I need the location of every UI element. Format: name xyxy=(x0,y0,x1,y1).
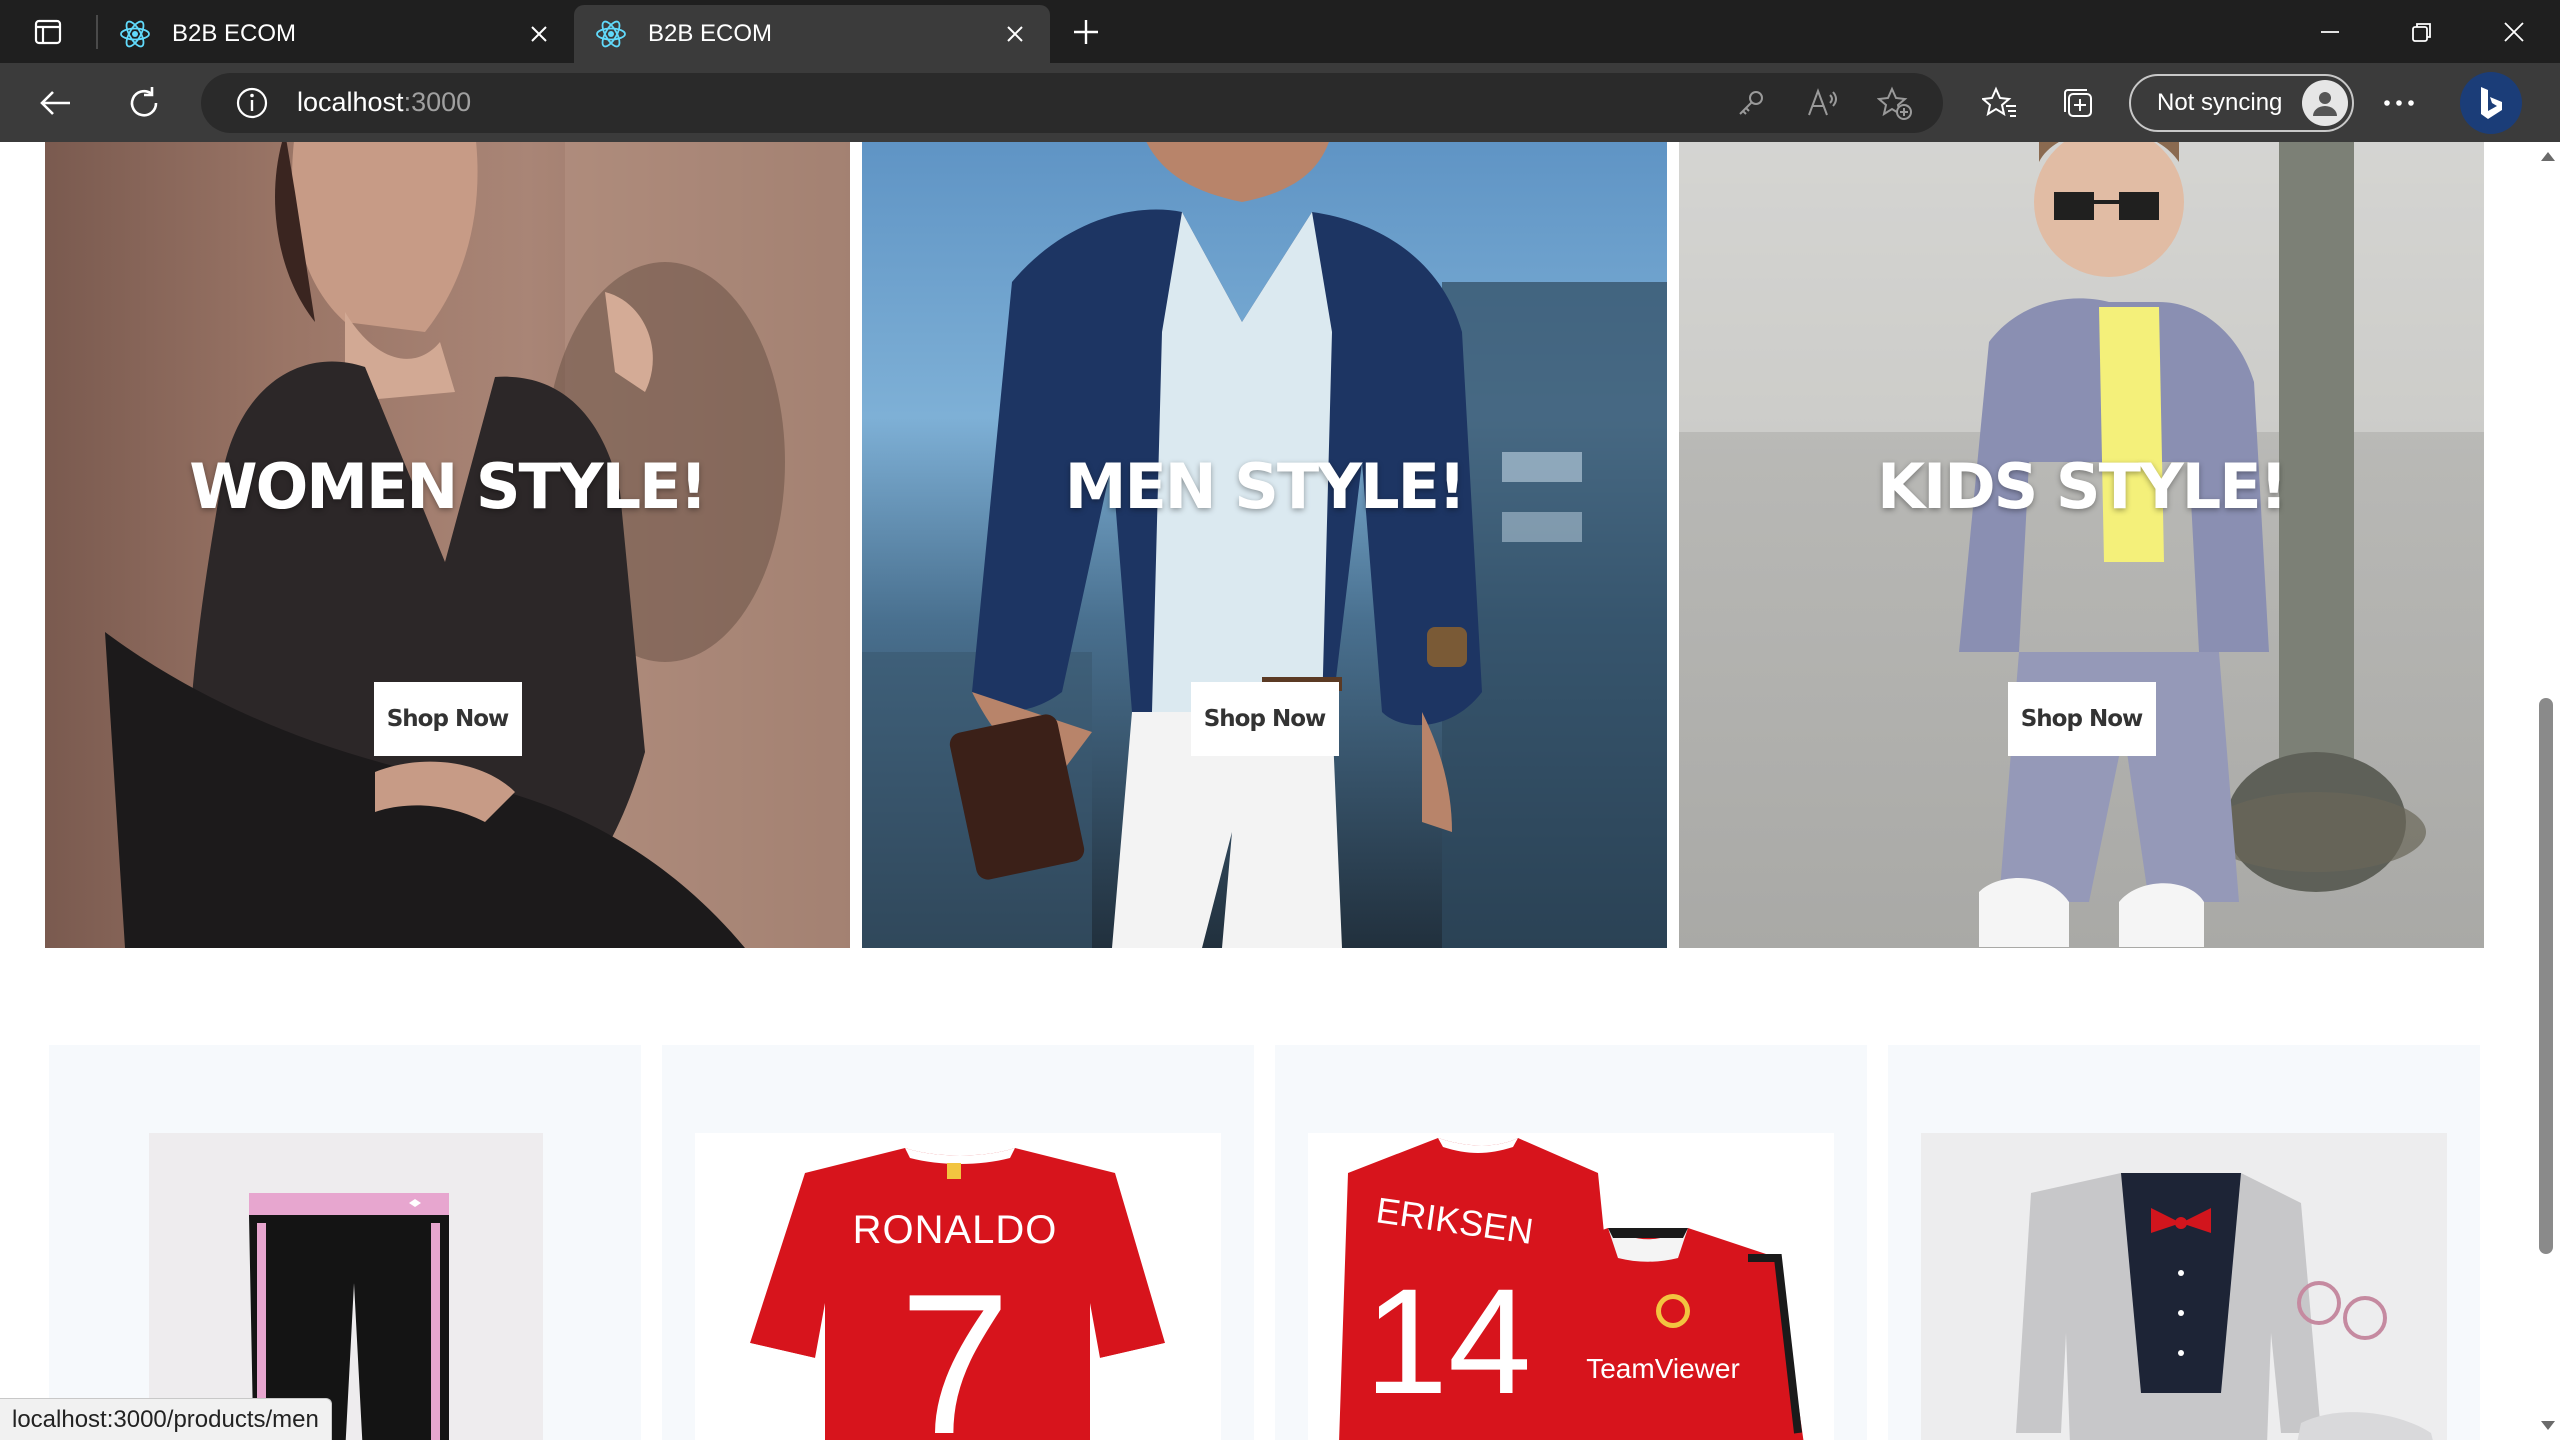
product-image-pants xyxy=(149,1133,543,1440)
vertical-scrollbar[interactable] xyxy=(2533,142,2560,1440)
jersey-name-text: RONALDO xyxy=(853,1208,1058,1252)
restore-icon xyxy=(2412,22,2431,42)
category-women[interactable]: WOMEN STYLE! Shop Now xyxy=(45,142,850,948)
url-text: localhost:3000 xyxy=(297,87,471,118)
tab-actions-button[interactable] xyxy=(0,0,96,63)
info-icon xyxy=(236,87,268,118)
bing-icon xyxy=(2481,86,2503,119)
address-bar-actions xyxy=(1725,77,1921,129)
product-card[interactable] xyxy=(49,1045,641,1440)
close-icon xyxy=(531,26,547,42)
women-model-photo xyxy=(105,142,850,948)
category-kids[interactable]: KIDS STYLE! Shop Now xyxy=(1679,142,2484,948)
toolbar-icons xyxy=(1971,74,2107,132)
category-title: KIDS STYLE! xyxy=(1877,450,2288,523)
men-model-photo xyxy=(862,142,1667,948)
key-icon xyxy=(1739,90,1763,115)
jersey-number-text: 14 xyxy=(1365,1257,1532,1425)
scroll-thumb[interactable] xyxy=(2539,698,2553,1254)
url-port: :3000 xyxy=(403,87,472,117)
tab-title: B2B ECOM xyxy=(172,20,297,47)
scroll-up-arrow-icon[interactable] xyxy=(2541,152,2555,161)
read-aloud-icon xyxy=(1808,87,1837,115)
window-controls xyxy=(2284,0,2560,63)
pants-image xyxy=(249,1193,449,1440)
sync-status-label: Not syncing xyxy=(2157,88,2283,116)
link-status-bubble: localhost:3000/products/men xyxy=(0,1398,332,1440)
bing-chat-button[interactable] xyxy=(2460,71,2523,134)
browser-toolbar: localhost:3000 Not syncing xyxy=(0,63,2560,142)
read-aloud-button[interactable] xyxy=(1797,77,1849,129)
shop-now-button[interactable]: Shop Now xyxy=(373,682,522,756)
product-card[interactable] xyxy=(1888,1045,2480,1440)
plus-icon xyxy=(1074,19,1098,44)
site-info-button[interactable] xyxy=(221,73,283,133)
shop-now-button[interactable]: Shop Now xyxy=(1190,682,1339,756)
back-button[interactable] xyxy=(27,74,85,132)
scroll-down-arrow-icon[interactable] xyxy=(2541,1421,2555,1430)
kids-suit-image xyxy=(2016,1173,2433,1440)
close-window-button[interactable] xyxy=(2468,0,2560,63)
product-card[interactable]: RONALDO 7 xyxy=(662,1045,1254,1440)
url-host: localhost xyxy=(297,87,404,117)
password-key-button[interactable] xyxy=(1725,77,1777,129)
favorites-button[interactable] xyxy=(1971,74,2029,132)
collections-icon xyxy=(2064,88,2092,117)
ronaldo-jersey-image: RONALDO 7 xyxy=(745,1148,1170,1440)
star-add-icon xyxy=(1877,86,1912,120)
tab-1[interactable]: B2B ECOM xyxy=(98,5,574,63)
settings-more-button[interactable] xyxy=(2370,74,2428,132)
user-icon xyxy=(2313,91,2338,116)
tab-close-button[interactable] xyxy=(524,19,554,49)
avatar xyxy=(2302,79,2349,126)
category-title: MEN STYLE! xyxy=(1064,450,1467,523)
jersey-number-text: 7 xyxy=(899,1253,1010,1440)
close-icon xyxy=(1007,26,1023,42)
add-favorite-button[interactable] xyxy=(1869,77,1921,129)
collections-button[interactable] xyxy=(2049,74,2107,132)
product-image-eriksen-jersey: ERIKSEN 14 TeamViewer xyxy=(1308,1133,1834,1440)
address-bar[interactable]: localhost:3000 xyxy=(201,72,1943,133)
tab-title: B2B ECOM xyxy=(648,20,773,47)
minimize-icon xyxy=(2321,30,2339,33)
product-grid: RONALDO 7 ERIKSEN 14 TeamViewer xyxy=(49,1045,2481,1440)
react-favicon-icon xyxy=(596,20,626,48)
product-card[interactable]: ERIKSEN 14 TeamViewer xyxy=(1275,1045,1867,1440)
new-tab-button[interactable] xyxy=(1056,2,1116,62)
arrow-left-icon xyxy=(40,90,70,115)
page-viewport: WOMEN STYLE! Shop Now MEN STYLE! Shop No… xyxy=(0,142,2533,1440)
tab-2[interactable]: B2B ECOM xyxy=(574,5,1050,63)
category-banners: WOMEN STYLE! Shop Now MEN STYLE! Shop No… xyxy=(45,142,2485,948)
kids-model-photo xyxy=(1679,142,2484,947)
reload-button[interactable] xyxy=(115,74,173,132)
react-favicon-icon xyxy=(120,20,150,48)
minimize-button[interactable] xyxy=(2284,0,2376,63)
restore-button[interactable] xyxy=(2376,0,2468,63)
jersey-sponsor-text: TeamViewer xyxy=(1586,1353,1740,1384)
category-title: WOMEN STYLE! xyxy=(189,450,708,523)
close-icon xyxy=(2504,21,2524,42)
favorites-icon xyxy=(1982,86,2016,117)
category-men[interactable]: MEN STYLE! Shop Now xyxy=(862,142,1667,948)
product-image-ronaldo-jersey: RONALDO 7 xyxy=(695,1133,1221,1440)
eriksen-jersey-image: ERIKSEN 14 TeamViewer xyxy=(1339,1138,1804,1440)
product-image-kids-suit xyxy=(1921,1133,2447,1440)
shop-now-button[interactable]: Shop Now xyxy=(2007,682,2156,756)
tab-strip: B2B ECOM B2B ECOM xyxy=(0,0,2560,63)
tab-actions-icon xyxy=(34,19,62,44)
tab-close-button[interactable] xyxy=(1000,19,1030,49)
reload-icon xyxy=(130,86,158,117)
more-dots-icon xyxy=(2384,99,2415,106)
profile-sync-button[interactable]: Not syncing xyxy=(2129,73,2355,132)
